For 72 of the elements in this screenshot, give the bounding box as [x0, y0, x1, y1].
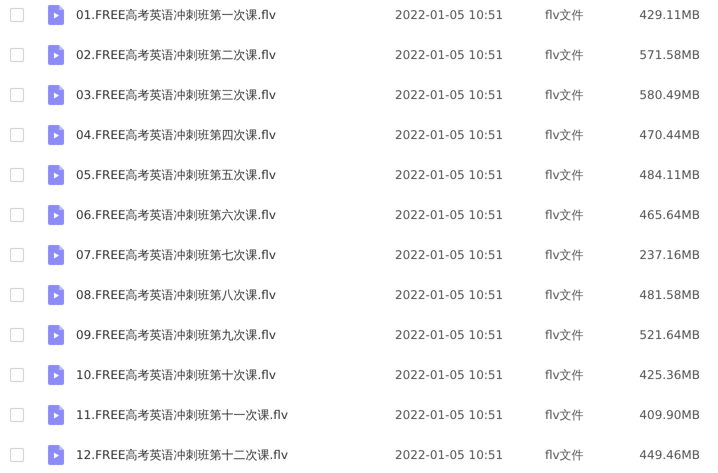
modified-date: 2022-01-05 10:51	[395, 88, 504, 102]
checkbox[interactable]	[10, 328, 24, 342]
modified-date: 2022-01-05 10:51	[395, 288, 504, 302]
file-type: flv文件	[545, 406, 585, 424]
file-type: flv文件	[545, 46, 585, 64]
checkbox[interactable]	[10, 208, 24, 222]
checkbox[interactable]	[10, 368, 24, 382]
modified-date: 2022-01-05 10:51	[395, 128, 504, 142]
file-name[interactable]: 06.FREE高考英语冲刺班第六次课.flv	[76, 206, 395, 224]
file-type: flv文件	[545, 166, 585, 184]
video-file-icon	[48, 205, 64, 225]
file-size: 481.58MB	[638, 288, 700, 302]
video-file-icon	[48, 325, 64, 345]
modified-date: 2022-01-05 10:51	[395, 328, 504, 342]
video-file-icon	[48, 445, 64, 465]
modified-date: 2022-01-05 10:51	[395, 208, 504, 222]
checkbox[interactable]	[10, 288, 24, 302]
file-name[interactable]: 09.FREE高考英语冲刺班第九次课.flv	[76, 326, 395, 344]
video-file-icon	[48, 165, 64, 185]
video-file-icon	[48, 365, 64, 385]
file-type: flv文件	[545, 246, 585, 264]
video-file-icon	[48, 245, 64, 265]
file-size: 409.90MB	[638, 408, 700, 422]
modified-date: 2022-01-05 10:51	[395, 408, 504, 422]
file-size: 425.36MB	[638, 368, 700, 382]
file-size: 237.16MB	[638, 248, 700, 262]
video-file-icon	[48, 125, 64, 145]
file-name[interactable]: 07.FREE高考英语冲刺班第七次课.flv	[76, 246, 395, 264]
checkbox[interactable]	[10, 128, 24, 142]
file-size: 521.64MB	[638, 328, 700, 342]
video-file-icon	[48, 85, 64, 105]
file-type: flv文件	[545, 126, 585, 144]
file-size: 580.49MB	[638, 88, 700, 102]
modified-date: 2022-01-05 10:51	[395, 248, 504, 262]
video-file-icon	[48, 405, 64, 425]
file-size: 429.11MB	[638, 8, 700, 22]
file-name[interactable]: 11.FREE高考英语冲刺班第十一次课.flv	[76, 406, 395, 424]
checkbox[interactable]	[10, 408, 24, 422]
file-type: flv文件	[545, 206, 585, 224]
checkbox[interactable]	[10, 448, 24, 462]
file-type: flv文件	[545, 326, 585, 344]
file-size: 571.58MB	[638, 48, 700, 62]
file-size: 470.44MB	[638, 128, 700, 142]
file-type: flv文件	[545, 366, 585, 384]
modified-date: 2022-01-05 10:51	[395, 48, 504, 62]
file-type: flv文件	[545, 6, 585, 24]
file-name[interactable]: 08.FREE高考英语冲刺班第八次课.flv	[76, 286, 395, 304]
file-size: 484.11MB	[638, 168, 700, 182]
file-name[interactable]: 10.FREE高考英语冲刺班第十次课.flv	[76, 366, 395, 384]
file-name[interactable]: 12.FREE高考英语冲刺班第十二次课.flv	[76, 446, 395, 464]
checkbox[interactable]	[10, 8, 24, 22]
video-file-icon	[48, 5, 64, 25]
modified-date: 2022-01-05 10:51	[395, 168, 504, 182]
modified-date: 2022-01-05 10:51	[395, 368, 504, 382]
modified-date: 2022-01-05 10:51	[395, 8, 504, 22]
modified-date: 2022-01-05 10:51	[395, 448, 504, 462]
video-file-icon	[48, 285, 64, 305]
file-size: 465.64MB	[638, 208, 700, 222]
file-type: flv文件	[545, 86, 585, 104]
file-name[interactable]: 01.FREE高考英语冲刺班第一次课.flv	[76, 6, 395, 24]
checkbox[interactable]	[10, 88, 24, 102]
file-type: flv文件	[545, 446, 585, 464]
file-name[interactable]: 02.FREE高考英语冲刺班第二次课.flv	[76, 46, 395, 64]
checkbox[interactable]	[10, 248, 24, 262]
file-name[interactable]: 03.FREE高考英语冲刺班第三次课.flv	[76, 86, 395, 104]
video-file-icon	[48, 45, 64, 65]
checkbox[interactable]	[10, 48, 24, 62]
file-size: 449.46MB	[638, 448, 700, 462]
file-name[interactable]: 04.FREE高考英语冲刺班第四次课.flv	[76, 126, 395, 144]
file-type: flv文件	[545, 286, 585, 304]
checkbox[interactable]	[10, 168, 24, 182]
file-name[interactable]: 05.FREE高考英语冲刺班第五次课.flv	[76, 166, 395, 184]
